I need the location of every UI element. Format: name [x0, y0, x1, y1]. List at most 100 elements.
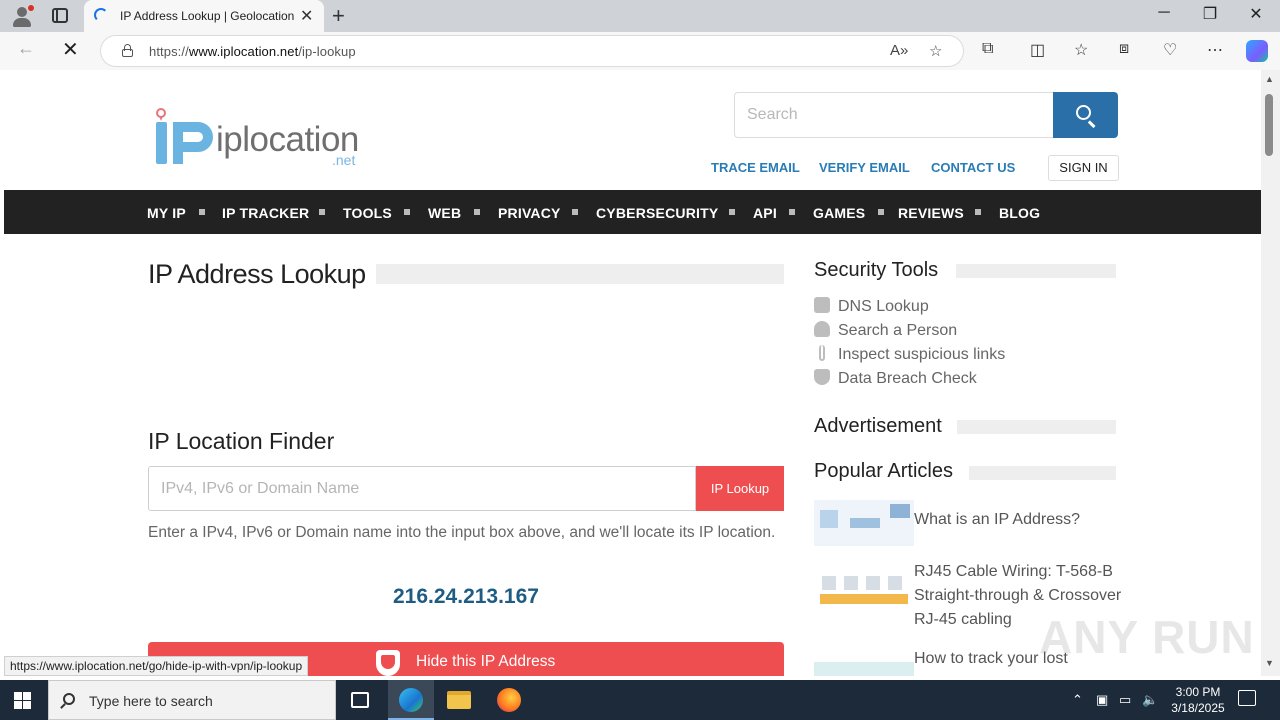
profile-icon[interactable]	[10, 4, 34, 28]
system-clock[interactable]: 3:00 PM 3/18/2025	[1160, 684, 1236, 716]
stop-loading-icon[interactable]: ✕	[62, 37, 79, 62]
nav-cybersecurity[interactable]: CYBERSECURITY	[596, 205, 718, 221]
favorite-star-icon[interactable]: ☆	[929, 42, 942, 60]
nav-games[interactable]: GAMES	[813, 205, 865, 221]
article-thumbnail[interactable]	[814, 500, 914, 546]
advertisement-title: Advertisement	[814, 415, 942, 437]
main-nav: MY IP IP TRACKER TOOLS WEB PRIVACY CYBER…	[4, 190, 1261, 234]
nav-separator	[319, 209, 325, 215]
scrollbar-thumb[interactable]	[1265, 94, 1273, 156]
location-pin-icon	[156, 108, 166, 121]
search-icon	[63, 693, 75, 705]
verify-email-link[interactable]: VERIFY EMAIL	[819, 160, 910, 175]
window-close-icon[interactable]: ✕	[1233, 4, 1279, 24]
favorites-icon[interactable]: ☆	[1074, 40, 1088, 60]
nav-ip-tracker[interactable]: IP TRACKER	[222, 205, 309, 221]
lookup-hint: Enter a IPv4, IPv6 or Domain name into t…	[148, 524, 776, 541]
split-screen-icon[interactable]: ◫	[1030, 40, 1045, 60]
address-bar[interactable]: https://www.iplocation.net/ip-lookup A» …	[100, 35, 964, 67]
tab-title: IP Address Lookup | Geolocation	[120, 9, 295, 23]
nav-tools[interactable]: TOOLS	[343, 205, 392, 221]
dns-icon	[814, 297, 830, 313]
windows-start-icon[interactable]	[14, 692, 32, 709]
site-search-input[interactable]	[734, 92, 1054, 138]
hide-ip-label: Hide this IP Address	[416, 653, 556, 670]
current-ip-address: 216.24.213.167	[393, 585, 539, 608]
contact-us-link[interactable]: CONTACT US	[931, 160, 1015, 175]
tray-device-icon[interactable]: ▣	[1096, 692, 1108, 708]
clock-date: 3/18/2025	[1171, 701, 1225, 715]
tab-bar: IP Address Lookup | Geolocation ✕ + ─ ❐ …	[0, 0, 1280, 32]
tab-close-icon[interactable]: ✕	[300, 6, 313, 26]
nav-privacy[interactable]: PRIVACY	[498, 205, 561, 221]
nav-api[interactable]: API	[753, 205, 777, 221]
restore-icon[interactable]: ❐	[1187, 4, 1233, 24]
tray-chevron-icon[interactable]: ⌃	[1072, 692, 1083, 708]
browser-essentials-icon[interactable]: ♡	[1163, 40, 1177, 60]
volume-icon[interactable]: 🔈	[1142, 692, 1158, 708]
clock-time: 3:00 PM	[1175, 685, 1221, 699]
shield-icon	[376, 650, 400, 676]
search-icon	[1076, 105, 1091, 120]
lock-icon[interactable]	[122, 44, 133, 57]
trace-email-link[interactable]: TRACE EMAIL	[711, 160, 800, 175]
tool-data-breach[interactable]: Data Breach Check	[814, 369, 977, 388]
url-text[interactable]: https://www.iplocation.net/ip-lookup	[149, 44, 356, 59]
extensions-icon[interactable]: ⧉	[982, 40, 993, 58]
title-divider	[956, 264, 1116, 278]
network-icon[interactable]: ▭	[1119, 692, 1131, 708]
read-aloud-icon[interactable]: A»	[890, 42, 908, 59]
nav-reviews[interactable]: REVIEWS	[898, 205, 964, 221]
finder-title: IP Location Finder	[148, 428, 335, 454]
page-title: IP Address Lookup	[148, 259, 366, 289]
task-view-button[interactable]	[337, 680, 383, 720]
new-tab-icon[interactable]: +	[332, 3, 345, 29]
article-thumbnail[interactable]	[814, 662, 914, 676]
article-link[interactable]: What is an IP Address?	[914, 508, 1124, 532]
title-divider	[957, 420, 1116, 434]
notifications-icon[interactable]	[1238, 690, 1256, 706]
nav-separator	[572, 209, 578, 215]
nav-separator	[199, 209, 205, 215]
sign-in-button[interactable]: SIGN IN	[1048, 155, 1119, 181]
web-page: iplocation .net TRACE EMAIL VERIFY EMAIL…	[4, 70, 1261, 676]
nav-separator	[975, 209, 981, 215]
nav-separator	[729, 209, 735, 215]
nav-my-ip[interactable]: MY IP	[147, 205, 186, 221]
task-view-icon	[351, 692, 369, 708]
copilot-icon[interactable]	[1246, 40, 1268, 62]
windows-taskbar: Type here to search ⌃ ▣ ▭ 🔈 3:00 PM 3/18…	[0, 680, 1280, 720]
more-menu-icon[interactable]: ⋯	[1207, 40, 1223, 60]
taskbar-firefox[interactable]	[486, 680, 532, 720]
article-thumbnail[interactable]	[814, 572, 914, 622]
tool-dns-lookup[interactable]: DNS Lookup	[814, 297, 929, 316]
ip-lookup-button[interactable]: IP Lookup	[696, 466, 784, 511]
tool-inspect-links[interactable]: Inspect suspicious links	[814, 345, 1005, 364]
site-search-button[interactable]	[1053, 92, 1118, 138]
nav-separator	[789, 209, 795, 215]
taskbar-search-box[interactable]: Type here to search	[48, 680, 336, 720]
edge-icon	[399, 688, 423, 712]
tool-search-person[interactable]: Search a Person	[814, 321, 957, 340]
collections-icon[interactable]: ⧈	[1119, 40, 1129, 58]
nav-separator	[878, 209, 884, 215]
tab-actions-icon[interactable]	[52, 8, 68, 23]
site-logo[interactable]: iplocation .net	[152, 106, 372, 172]
tab-active[interactable]: IP Address Lookup | Geolocation ✕	[84, 0, 324, 32]
firefox-icon	[497, 688, 521, 712]
scroll-up-icon[interactable]: ▲	[1265, 74, 1274, 84]
nav-web[interactable]: WEB	[428, 205, 461, 221]
title-divider	[376, 264, 784, 284]
security-tools-title: Security Tools	[814, 259, 939, 281]
nav-blog[interactable]: BLOG	[999, 205, 1040, 221]
minimize-icon[interactable]: ─	[1141, 4, 1187, 22]
ip-lookup-input[interactable]	[148, 466, 696, 511]
title-divider	[969, 466, 1116, 480]
scroll-down-icon[interactable]: ▼	[1265, 658, 1274, 668]
taskbar-file-explorer[interactable]	[436, 680, 482, 720]
taskbar-edge[interactable]	[388, 680, 434, 720]
page-scrollbar[interactable]: ▲ ▼	[1261, 70, 1280, 676]
back-arrow-icon[interactable]: ←	[17, 38, 35, 59]
link-hook-icon	[819, 345, 825, 361]
logo-ip-mark	[156, 122, 214, 166]
